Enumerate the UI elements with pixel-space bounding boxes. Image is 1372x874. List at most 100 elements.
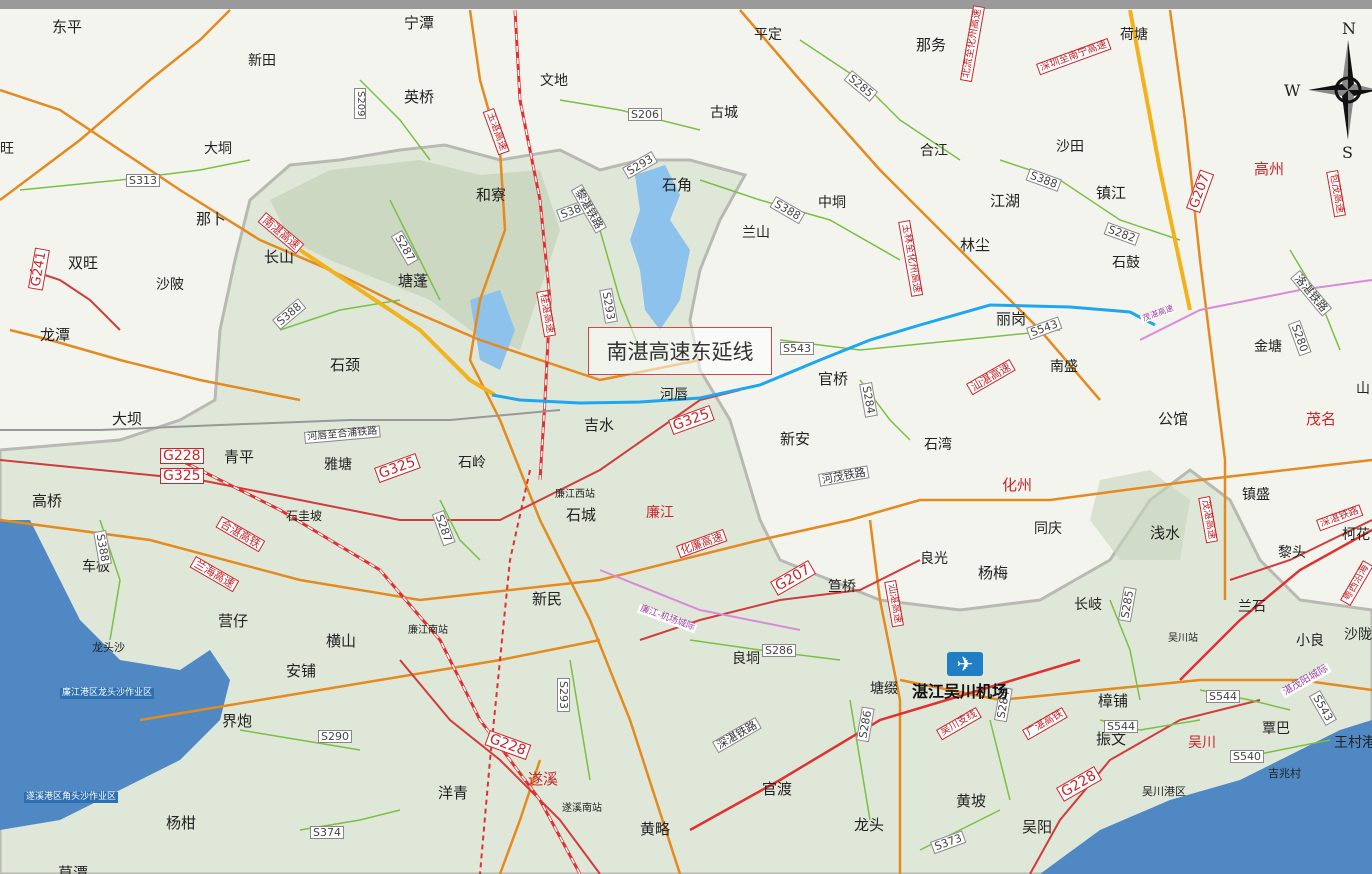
place-xinmin: 新民 [532, 590, 563, 608]
place-zhangpu: 樟铺 [1098, 692, 1129, 710]
place-xiaoliang: 小良 [1296, 633, 1324, 649]
place-gongguan: 公馆 [1158, 410, 1189, 428]
place-yanggan: 杨柑 [166, 814, 197, 832]
place-changqi: 长岐 [1074, 597, 1102, 613]
airplane-icon: ✈ [947, 652, 983, 676]
place-dakeng: 大垌 [204, 141, 232, 157]
road-s543a: S543 [780, 342, 814, 355]
place-xintian: 新田 [248, 53, 276, 69]
airport-label: 湛江吴川机场 [912, 682, 1009, 701]
place-suixigang: 遂溪港区角头沙作业区 [24, 792, 119, 803]
place-shatian: 沙田 [1056, 139, 1084, 155]
place-wuchuan: 吴川 [1188, 735, 1216, 751]
place-guanqiao: 官桥 [818, 370, 849, 388]
place-tongqing: 同庆 [1034, 521, 1062, 537]
place-huanglue: 黄略 [640, 820, 671, 838]
place-longtou: 龙头 [854, 816, 885, 834]
place-hetang: 荷塘 [1120, 27, 1148, 43]
place-shuangwang: 双旺 [68, 254, 99, 272]
map-canvas[interactable]: 东平 宁潭 平定 那务 荷塘 新田 文地 英桥 古城旺 大垌 合江 沙田 高州 和寮 石角 那卜 中垌 江湖 镇江兰… [0, 0, 1372, 874]
place-wendi: 文地 [540, 73, 568, 89]
route-callout: 南湛高速东延线 [588, 327, 772, 375]
place-hezhai: 和寮 [476, 186, 507, 204]
road-g325b: G325 [160, 468, 204, 484]
place-lianjiang: 廉江 [646, 505, 674, 521]
road-s544a: S544 [1206, 690, 1240, 703]
place-caotan: 草潭 [58, 864, 89, 874]
place-qianshui: 浅水 [1150, 524, 1181, 542]
place-yingqiao: 英桥 [404, 88, 435, 106]
place-jishui: 吉水 [584, 416, 615, 434]
place-shan: 山 [1356, 381, 1370, 397]
place-linchen: 林尘 [960, 236, 991, 254]
place-lanshi: 兰石 [1238, 599, 1266, 615]
place-zhenwen: 振文 [1096, 730, 1127, 748]
place-qinba: 覃巴 [1262, 721, 1290, 737]
road-s209: S209 [354, 88, 366, 120]
place-changshan: 长山 [264, 248, 295, 266]
place-shijiao: 石角 [662, 176, 693, 194]
place-pingding: 平定 [754, 27, 782, 43]
place-gaozhou: 高州 [1254, 160, 1285, 178]
place-shicheng: 石城 [566, 506, 597, 524]
place-hechun: 河唇 [660, 387, 688, 403]
place-lanshan: 兰山 [742, 225, 770, 241]
place-wuyang: 吴阳 [1022, 818, 1053, 836]
road-g228a: G228 [160, 448, 204, 464]
place-wang: 旺 [0, 141, 14, 157]
place-yangmei: 杨梅 [978, 564, 1009, 582]
place-zhensheng: 镇盛 [1242, 487, 1270, 503]
place-suixinan: 遂溪南站 [562, 803, 602, 814]
place-hehe: 合江 [920, 143, 948, 159]
map-layer [0, 0, 1372, 874]
place-guchen: 古城 [710, 105, 738, 121]
place-tangpeng: 塘蓬 [398, 272, 429, 290]
compass-w: W [1284, 81, 1301, 100]
place-shaxi: 沙陇 [1344, 627, 1372, 643]
road-s540: S540 [1230, 750, 1264, 763]
place-lianjiangxi: 廉江西站 [555, 489, 595, 500]
road-s293c: S293 [557, 678, 570, 712]
place-longtan: 龙潭 [40, 326, 71, 344]
place-liangdong: 良垌 [732, 651, 760, 667]
place-liangguang: 良光 [920, 551, 948, 567]
place-shentou: 黎头 [1278, 545, 1306, 561]
road-s313: S313 [126, 174, 160, 187]
place-shixu: 石颈 [330, 356, 361, 374]
place-suixi: 遂溪 [528, 770, 559, 788]
place-daba: 大坝 [112, 410, 143, 428]
place-lianjiangnan: 廉江南站 [408, 625, 448, 636]
place-shiling: 石岭 [458, 455, 486, 471]
place-nabu: 那卜 [196, 210, 227, 228]
place-zhenjiang: 镇江 [1096, 184, 1127, 202]
place-jintang: 金塘 [1254, 339, 1282, 355]
road-s374: S374 [310, 826, 344, 839]
place-ningtan: 宁潭 [404, 14, 435, 32]
place-shiwan: 石湾 [924, 437, 952, 453]
road-s206: S206 [628, 108, 662, 121]
place-lianjianggang: 廉江港区龙头沙作业区 [60, 688, 155, 699]
place-kehua: 柯花 [1342, 527, 1370, 543]
compass-rose: N W S [1284, 18, 1372, 158]
place-yatang: 雅塘 [324, 457, 352, 473]
place-gaoqiao: 高桥 [32, 492, 63, 510]
place-shapo: 沙陂 [156, 277, 184, 293]
place-yingzai: 营仔 [218, 612, 249, 630]
place-wangcun: 王村港 [1334, 735, 1372, 751]
place-jiepao: 界炮 [222, 712, 253, 730]
place-ligang: 丽岗 [996, 310, 1027, 328]
place-dongqiao: 笪桥 [828, 579, 856, 595]
place-wuchuanzhan: 吴川站 [1168, 633, 1198, 644]
road-s290: S290 [318, 730, 352, 743]
place-wuchuangang: 吴川港区 [1142, 785, 1186, 798]
top-bar [0, 0, 1372, 9]
place-nawu: 那务 [916, 36, 947, 54]
place-jianghu: 江湖 [990, 192, 1021, 210]
road-s544b: S544 [1104, 720, 1138, 733]
place-huangpo: 黄坡 [956, 792, 987, 810]
place-zhongjiong: 中垌 [818, 195, 846, 211]
place-anpu: 安铺 [286, 662, 317, 680]
place-nansheng: 南盛 [1050, 359, 1078, 375]
place-maoming: 茂名 [1306, 410, 1337, 428]
place-guandu: 官渡 [762, 780, 793, 798]
